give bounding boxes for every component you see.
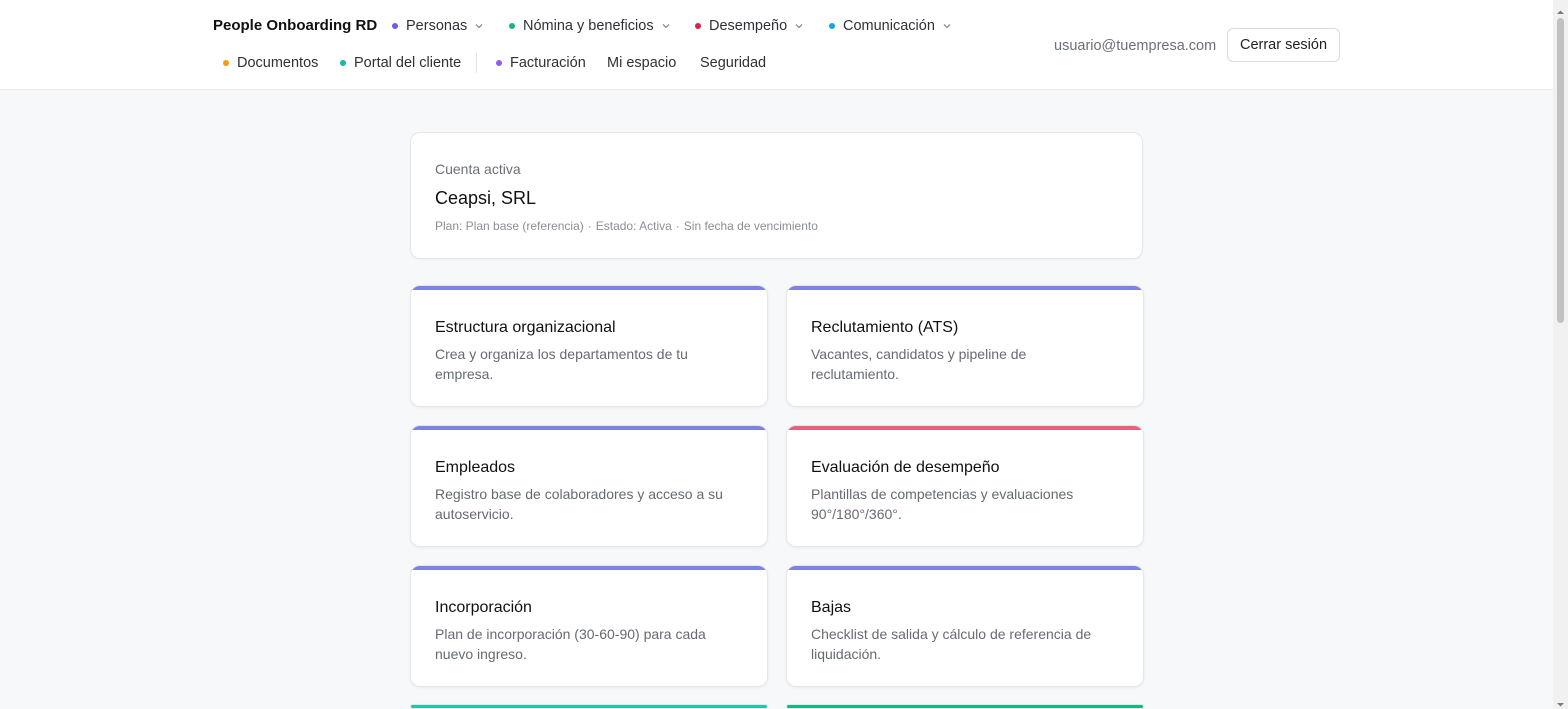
nav-portal-cliente[interactable]: Portal del cliente xyxy=(340,54,461,72)
nav-dot-icon xyxy=(340,60,346,66)
card-accent-bar xyxy=(411,426,767,430)
nav-label: Documentos xyxy=(237,55,319,71)
module-title: Evaluación de desempeño xyxy=(811,459,1000,476)
card-accent-bar xyxy=(787,566,1143,570)
nav-dot-icon xyxy=(509,23,515,29)
account-meta: Plan: Plan base (referencia) · Estado: A… xyxy=(435,219,818,233)
nav-label: Facturación xyxy=(510,55,586,71)
module-description: Vacantes, candidatos y pipeline de reclu… xyxy=(811,346,1027,382)
nav-mi-espacio[interactable]: Mi espacio xyxy=(607,54,676,72)
meta-separator: · xyxy=(587,219,592,233)
module-title: Bajas xyxy=(811,599,852,616)
card-accent-bar xyxy=(411,566,767,570)
module-title: Estructura organizacional xyxy=(435,319,616,336)
module-description: Checklist de salida y cálculo de referen… xyxy=(811,626,1092,662)
chevron-down-icon xyxy=(662,22,670,30)
logout-button[interactable]: Cerrar sesión xyxy=(1227,28,1340,62)
card-accent-bar xyxy=(411,705,767,708)
nav-comunicacion[interactable]: Comunicación xyxy=(829,17,951,35)
vertical-scrollbar[interactable] xyxy=(1553,0,1568,709)
scrollbar-thumb[interactable] xyxy=(1557,18,1564,323)
active-account-card: Cuenta activa Ceapsi, SRL Plan: Plan bas… xyxy=(410,132,1143,259)
account-plan: Plan: Plan base (referencia) xyxy=(435,219,584,233)
account-expiry: Sin fecha de vencimiento xyxy=(683,219,818,233)
nav-divider xyxy=(476,53,477,73)
nav-label: Seguridad xyxy=(700,55,767,71)
module-card-incorporacion[interactable]: Incorporación Plan de incorporación (30-… xyxy=(410,565,768,687)
nav-label: Nómina y beneficios xyxy=(523,18,654,34)
module-card-reclutamiento[interactable]: Reclutamiento (ATS) Vacantes, candidatos… xyxy=(786,285,1144,407)
nav-dot-icon xyxy=(695,23,701,29)
module-card-partial[interactable] xyxy=(410,704,768,709)
scroll-up-arrow-icon[interactable] xyxy=(1556,4,1565,14)
nav-dot-icon xyxy=(829,23,835,29)
nav-dot-icon xyxy=(223,60,229,66)
module-card-bajas[interactable]: Bajas Checklist de salida y cálculo de r… xyxy=(786,565,1144,687)
nav-label: Personas xyxy=(406,18,468,34)
card-accent-bar xyxy=(787,426,1143,430)
user-email: usuario@tuempresa.com xyxy=(1054,38,1217,54)
module-description: Plan de incorporación (30-60-90) para ca… xyxy=(435,626,706,662)
module-title: Incorporación xyxy=(435,599,532,616)
top-navbar: People Onboarding RD Personas Nómina y b… xyxy=(0,0,1553,90)
nav-label: Mi espacio xyxy=(607,55,677,71)
nav-desempeno[interactable]: Desempeño xyxy=(695,17,803,35)
meta-separator: · xyxy=(675,219,680,233)
nav-documentos[interactable]: Documentos xyxy=(223,54,318,72)
card-accent-bar xyxy=(787,286,1143,290)
account-name: Ceapsi, SRL xyxy=(435,188,537,208)
brand-name[interactable]: People Onboarding RD xyxy=(213,17,377,35)
module-description: Registro base de colaboradores y acceso … xyxy=(435,486,723,522)
module-card-evaluacion[interactable]: Evaluación de desempeño Plantillas de co… xyxy=(786,425,1144,547)
nav-nomina-beneficios[interactable]: Nómina y beneficios xyxy=(509,17,670,35)
module-description: Crea y organiza los departamentos de tu … xyxy=(435,346,688,382)
scroll-down-arrow-icon[interactable] xyxy=(1556,696,1565,707)
account-status: Estado: Activa xyxy=(595,219,672,233)
module-card-partial[interactable] xyxy=(786,704,1144,709)
module-title: Reclutamiento (ATS) xyxy=(811,319,959,336)
nav-label: Portal del cliente xyxy=(354,55,462,71)
nav-dot-icon xyxy=(496,60,502,66)
nav-dot-icon xyxy=(392,23,398,29)
nav-personas[interactable]: Personas xyxy=(392,17,483,35)
module-card-estructura[interactable]: Estructura organizacional Crea y organiz… xyxy=(410,285,768,407)
nav-label: Desempeño xyxy=(709,18,788,34)
nav-seguridad[interactable]: Seguridad xyxy=(700,54,766,72)
chevron-down-icon xyxy=(475,22,483,30)
card-accent-bar xyxy=(411,286,767,290)
nav-label: Comunicación xyxy=(843,18,935,34)
module-description: Plantillas de competencias y evaluacione… xyxy=(811,486,1074,522)
account-label: Cuenta activa xyxy=(435,161,521,177)
module-title: Empleados xyxy=(435,459,516,476)
nav-facturacion[interactable]: Facturación xyxy=(496,54,586,72)
card-accent-bar xyxy=(787,705,1143,708)
chevron-down-icon xyxy=(795,22,803,30)
module-card-empleados[interactable]: Empleados Registro base de colaboradores… xyxy=(410,425,768,547)
chevron-down-icon xyxy=(943,22,951,30)
